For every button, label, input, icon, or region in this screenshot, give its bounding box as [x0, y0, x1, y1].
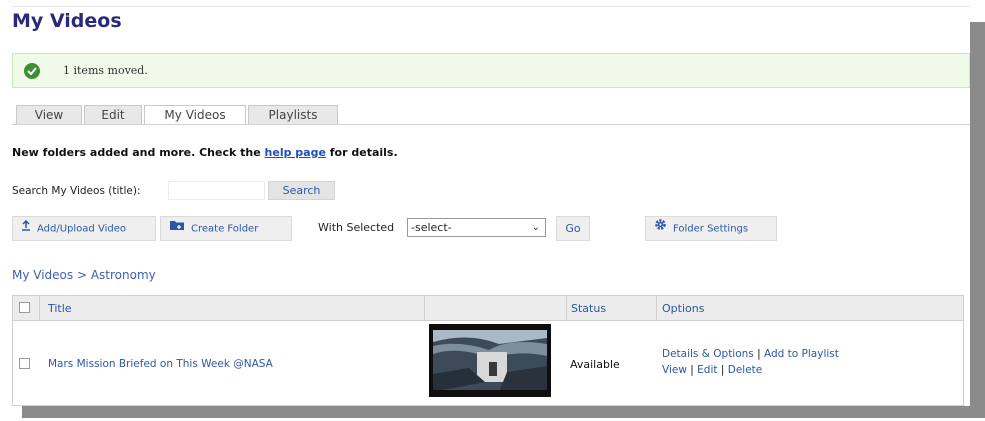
- video-status: Available: [570, 358, 620, 371]
- tab-view[interactable]: View: [16, 105, 82, 124]
- page-title: My Videos: [12, 10, 122, 32]
- column-title[interactable]: Title: [48, 302, 72, 315]
- status-message: 1 items moved.: [12, 53, 970, 88]
- column-options: Options: [662, 302, 705, 315]
- folder-icon: [169, 217, 185, 240]
- edit-link[interactable]: Edit: [697, 364, 717, 376]
- row-checkbox[interactable]: [19, 358, 30, 369]
- search-input[interactable]: [168, 181, 265, 200]
- video-title-link[interactable]: Mars Mission Briefed on This Week @NASA: [48, 358, 273, 370]
- table-header: Title Status Options: [13, 296, 963, 321]
- breadcrumb[interactable]: My Videos > Astronomy: [12, 268, 156, 282]
- video-thumbnail[interactable]: [429, 324, 551, 397]
- details-options-link[interactable]: Details & Options: [662, 348, 754, 360]
- add-upload-video-button[interactable]: Add/Upload Video: [12, 216, 156, 241]
- tab-playlists[interactable]: Playlists: [248, 105, 338, 124]
- notice-text: New folders added and more. Check the he…: [12, 146, 398, 159]
- search-label: Search My Videos (title):: [12, 185, 141, 197]
- gear-icon: [654, 217, 667, 240]
- page-panel: My Videos 1 items moved. View Edit My Vi…: [0, 0, 970, 406]
- video-options-line1: Details & Options | Add to Playlist: [662, 348, 839, 360]
- video-options-line2: View | Edit | Delete: [662, 364, 763, 376]
- add-to-playlist-link[interactable]: Add to Playlist: [764, 348, 839, 360]
- tab-edit[interactable]: Edit: [84, 105, 142, 124]
- search-button[interactable]: Search: [268, 181, 335, 200]
- check-circle-icon: [24, 63, 40, 79]
- with-selected-dropdown[interactable]: -select- ⌄: [407, 218, 546, 237]
- top-divider: [12, 6, 970, 7]
- help-page-link[interactable]: help page: [265, 146, 326, 159]
- panel-shadow-right: [968, 22, 985, 411]
- select-all-checkbox[interactable]: [19, 302, 30, 313]
- folder-settings-button[interactable]: Folder Settings: [645, 216, 777, 241]
- upload-icon: [21, 217, 31, 240]
- with-selected-label: With Selected: [318, 221, 395, 234]
- view-link[interactable]: View: [662, 364, 687, 376]
- videos-table: Title Status Options Mars Mission Briefe…: [12, 295, 964, 406]
- chevron-down-icon: ⌄: [531, 222, 540, 233]
- panel-shadow-bottom: [22, 404, 985, 418]
- delete-link[interactable]: Delete: [728, 364, 763, 376]
- tab-divider: [12, 124, 970, 125]
- column-status[interactable]: Status: [571, 302, 606, 315]
- status-message-text: 1 items moved.: [63, 64, 148, 77]
- create-folder-button[interactable]: Create Folder: [160, 216, 292, 241]
- tab-my-videos[interactable]: My Videos: [144, 105, 246, 125]
- go-button[interactable]: Go: [556, 216, 590, 241]
